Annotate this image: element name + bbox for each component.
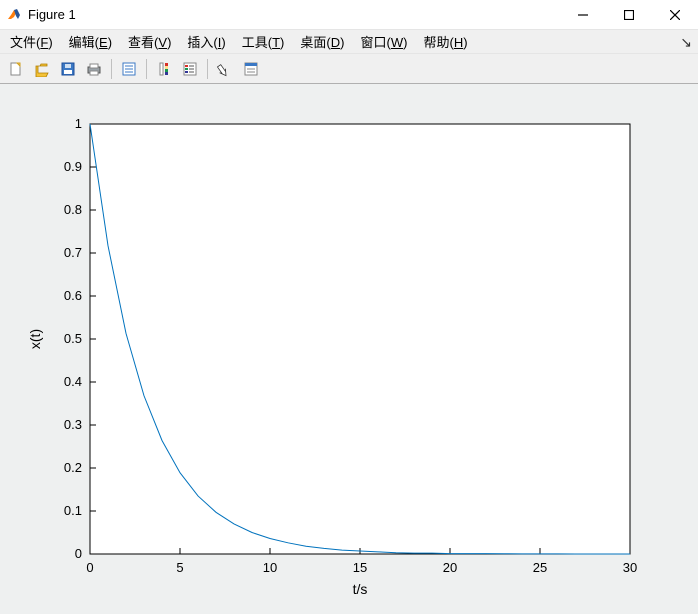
ytick-label: 0.3 <box>64 417 82 432</box>
toolbar <box>0 54 698 84</box>
ytick-label: 0.9 <box>64 159 82 174</box>
ytick-label: 0.4 <box>64 374 82 389</box>
xtick-label: 20 <box>443 560 457 575</box>
ytick-label: 0.5 <box>64 331 82 346</box>
menu-tools[interactable]: 工具(T) <box>236 30 291 53</box>
menu-help[interactable]: 帮助(H) <box>417 30 473 53</box>
menu-edit[interactable]: 编辑(E) <box>63 30 118 53</box>
insert-colorbar-button[interactable] <box>152 57 176 81</box>
menubar: 文件(F) 编辑(E) 查看(V) 插入(I) 工具(T) 桌面(D) 窗口(W… <box>0 30 698 54</box>
menu-file[interactable]: 文件(F) <box>4 30 59 53</box>
ytick-label: 0.1 <box>64 503 82 518</box>
open-button[interactable] <box>30 57 54 81</box>
ytick-label: 0.2 <box>64 460 82 475</box>
menu-insert[interactable]: 插入(I) <box>181 30 231 53</box>
print-button[interactable] <box>82 57 106 81</box>
matlab-figure-icon <box>6 7 22 23</box>
toolbar-separator <box>111 59 112 79</box>
menu-overflow-icon[interactable]: ↘ <box>680 34 692 51</box>
ytick-label: 0.6 <box>64 288 82 303</box>
xtick-label: 0 <box>86 560 93 575</box>
maximize-button[interactable] <box>606 0 652 30</box>
xlabel: t/s <box>353 581 368 597</box>
axes[interactable]: 0 5 10 15 20 25 30 0 0.1 0.2 0.3 0.4 0.5 0.6 0.7 0.8 0.9… <box>0 84 698 614</box>
xtick-label: 30 <box>623 560 637 575</box>
figure-canvas[interactable]: 0 5 10 15 20 25 30 0 0.1 0.2 0.3 0.4 0.5 0.6 0.7 0.8 0.9… <box>0 84 698 614</box>
ylabel: x(t) <box>27 329 43 349</box>
ytick-label: 0.7 <box>64 245 82 260</box>
xtick-label: 15 <box>353 560 367 575</box>
open-property-editor-button[interactable] <box>239 57 263 81</box>
window-title: Figure 1 <box>28 7 76 22</box>
xtick-label: 25 <box>533 560 547 575</box>
minimize-button[interactable] <box>560 0 606 30</box>
menu-desktop[interactable]: 桌面(D) <box>294 30 350 53</box>
toolbar-separator <box>146 59 147 79</box>
titlebar: Figure 1 <box>0 0 698 30</box>
toolbar-separator <box>207 59 208 79</box>
edit-plot-button[interactable] <box>213 57 237 81</box>
ytick-label: 1 <box>75 116 82 131</box>
menu-view[interactable]: 查看(V) <box>122 30 177 53</box>
xtick-label: 10 <box>263 560 277 575</box>
menu-window[interactable]: 窗口(W) <box>354 30 413 53</box>
insert-legend-button[interactable] <box>178 57 202 81</box>
ytick-label: 0 <box>75 546 82 561</box>
axes-box <box>90 124 630 554</box>
save-button[interactable] <box>56 57 80 81</box>
ytick-label: 0.8 <box>64 202 82 217</box>
new-figure-button[interactable] <box>4 57 28 81</box>
close-button[interactable] <box>652 0 698 30</box>
link-button[interactable] <box>117 57 141 81</box>
xtick-label: 5 <box>176 560 183 575</box>
